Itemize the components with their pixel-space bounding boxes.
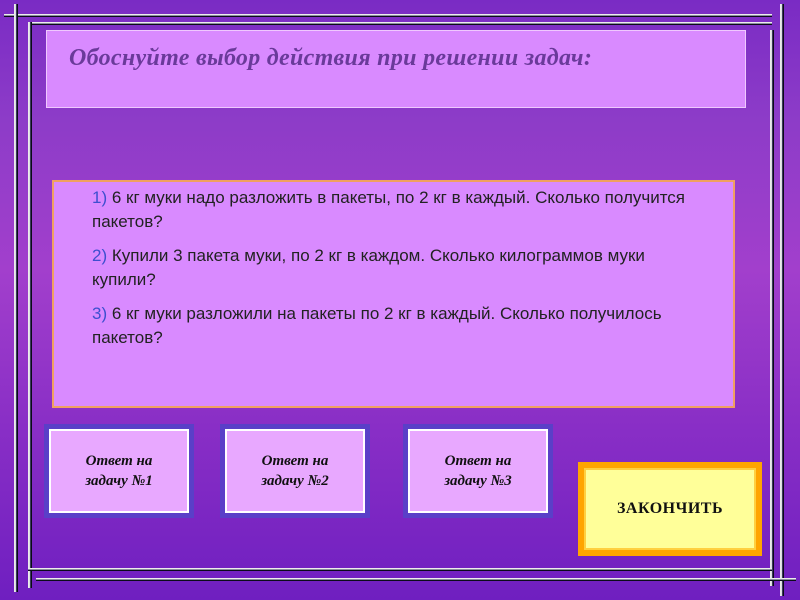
page-title: Обоснуйте выбор действия при решении зад… — [69, 45, 593, 71]
right-frame-line — [770, 30, 774, 586]
task-1: 1) 6 кг муки надо разложить в пакеты, по… — [92, 186, 712, 234]
left-frame-line-2 — [28, 22, 32, 588]
answer-task-3-line2: задачу №3 — [444, 473, 512, 489]
answer-task-2-button[interactable]: Ответ на задачу №2 — [220, 424, 370, 518]
answer-task-3-button[interactable]: Ответ на задачу №3 — [403, 424, 553, 518]
left-frame-line — [14, 4, 18, 592]
task-3: 3) 6 кг муки разложили на пакеты по 2 кг… — [92, 302, 712, 350]
title-panel: Обоснуйте выбор действия при решении зад… — [46, 30, 746, 108]
finish-button[interactable]: ЗАКОНЧИТЬ — [578, 462, 762, 556]
task-1-text: 6 кг муки надо разложить в пакеты, по 2 … — [92, 188, 686, 231]
task-3-text: 6 кг муки разложили на пакеты по 2 кг в … — [92, 304, 662, 347]
top-frame-line — [4, 14, 772, 17]
tasks-panel: 1) 6 кг муки надо разложить в пакеты, по… — [52, 180, 735, 408]
bottom-frame-line — [28, 568, 772, 571]
bottom-frame-line-2 — [36, 578, 796, 581]
task-2-text: Купили 3 пакета муки, по 2 кг в каждом. … — [92, 246, 645, 289]
answer-task-2-line2: задачу №2 — [261, 473, 329, 489]
finish-button-label: ЗАКОНЧИТЬ — [584, 468, 756, 550]
right-frame-line-2 — [780, 4, 784, 596]
task-3-number: 3) — [92, 304, 108, 323]
task-2: 2) Купили 3 пакета муки, по 2 кг в каждо… — [92, 244, 712, 292]
answer-task-1-label: Ответ на задачу №1 — [49, 429, 189, 513]
answer-task-3-line1: Ответ на — [444, 453, 512, 469]
task-1-number: 1) — [92, 188, 108, 207]
answer-task-1-button[interactable]: Ответ на задачу №1 — [44, 424, 194, 518]
answer-task-2-line1: Ответ на — [261, 453, 329, 469]
answer-task-3-label: Ответ на задачу №3 — [408, 429, 548, 513]
answer-task-1-line1: Ответ на — [85, 453, 153, 469]
answer-task-1-line2: задачу №1 — [85, 473, 153, 489]
top-frame-line-2 — [28, 22, 772, 25]
task-2-number: 2) — [92, 246, 108, 265]
answer-task-2-label: Ответ на задачу №2 — [225, 429, 365, 513]
